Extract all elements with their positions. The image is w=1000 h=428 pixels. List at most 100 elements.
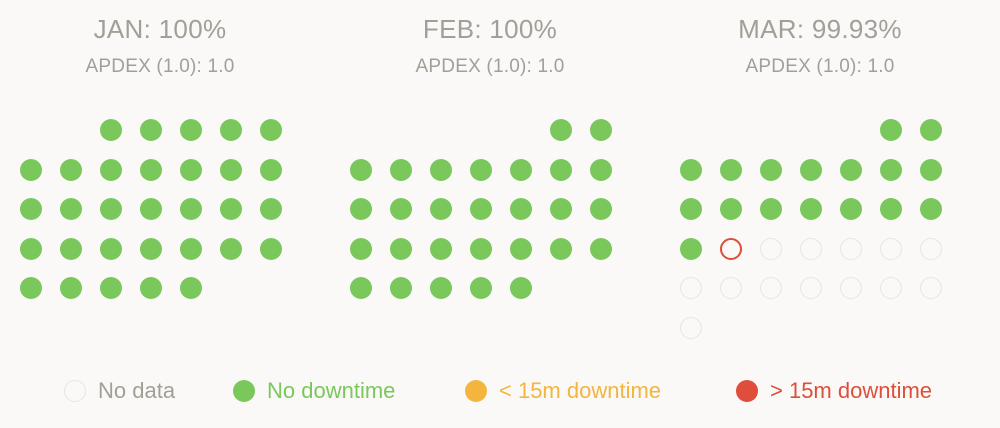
day-5-status[interactable] xyxy=(430,158,452,181)
day-28-status[interactable] xyxy=(510,277,532,299)
day-30-status[interactable] xyxy=(140,277,162,299)
day-5-status[interactable] xyxy=(760,158,782,181)
day-17-status[interactable] xyxy=(680,237,702,260)
day-24-status[interactable] xyxy=(680,277,702,299)
day-11-status[interactable] xyxy=(220,158,242,181)
day-3-status[interactable] xyxy=(350,158,372,181)
day-26-status[interactable] xyxy=(760,277,782,299)
day-27-status[interactable] xyxy=(800,277,822,299)
day-21-status[interactable] xyxy=(60,237,82,260)
day-10-status[interactable] xyxy=(680,198,702,220)
day-3-status[interactable] xyxy=(180,119,202,141)
uptime-calendar: JAN: 100% APDEX (1.0): 1.0 FEB: 100% APD… xyxy=(0,0,1000,360)
day-25-status[interactable] xyxy=(720,277,742,299)
day-1-status[interactable] xyxy=(100,119,122,141)
day-15-status[interactable] xyxy=(100,198,122,220)
day-21-status[interactable] xyxy=(840,237,862,260)
day-9-status[interactable] xyxy=(140,158,162,181)
legend-label: > 15m downtime xyxy=(770,378,933,403)
no-downtime-dot-icon xyxy=(233,380,255,402)
legend-item-major-downtime: > 15m downtime xyxy=(736,376,932,406)
day-12-status[interactable] xyxy=(760,198,782,220)
day-31-status[interactable] xyxy=(680,316,702,339)
day-7-status[interactable] xyxy=(60,158,82,181)
day-6-status[interactable] xyxy=(470,158,492,181)
day-22-status[interactable] xyxy=(100,237,122,260)
day-29-status[interactable] xyxy=(880,277,902,299)
day-22-status[interactable] xyxy=(880,237,902,260)
day-11-status[interactable] xyxy=(720,198,742,220)
day-18-status[interactable] xyxy=(720,237,742,260)
day-25-status[interactable] xyxy=(220,237,242,260)
day-26-status[interactable] xyxy=(260,237,282,260)
day-16-status[interactable] xyxy=(590,198,612,220)
day-4-status[interactable] xyxy=(390,158,412,181)
day-24-status[interactable] xyxy=(180,237,202,260)
day-14-status[interactable] xyxy=(840,198,862,220)
day-18-status[interactable] xyxy=(390,237,412,260)
day-20-status[interactable] xyxy=(470,237,492,260)
day-grid xyxy=(10,0,310,360)
day-2-status[interactable] xyxy=(590,119,612,141)
day-21-status[interactable] xyxy=(510,237,532,260)
legend-label: No data xyxy=(98,378,176,403)
day-29-status[interactable] xyxy=(100,277,122,299)
day-9-status[interactable] xyxy=(590,158,612,181)
day-8-status[interactable] xyxy=(550,158,572,181)
day-15-status[interactable] xyxy=(880,198,902,220)
day-7-status[interactable] xyxy=(840,158,862,181)
day-8-status[interactable] xyxy=(880,158,902,181)
day-31-status[interactable] xyxy=(180,277,202,299)
day-2-status[interactable] xyxy=(140,119,162,141)
day-11-status[interactable] xyxy=(390,198,412,220)
day-20-status[interactable] xyxy=(800,237,822,260)
day-30-status[interactable] xyxy=(920,277,942,299)
day-19-status[interactable] xyxy=(760,237,782,260)
day-22-status[interactable] xyxy=(550,237,572,260)
day-19-status[interactable] xyxy=(260,198,282,220)
day-8-status[interactable] xyxy=(100,158,122,181)
day-5-status[interactable] xyxy=(260,119,282,141)
day-23-status[interactable] xyxy=(140,237,162,260)
day-grid xyxy=(340,0,640,360)
day-3-status[interactable] xyxy=(680,158,702,181)
legend: No data No downtime < 15m downtime > 15m… xyxy=(0,376,1000,406)
day-27-status[interactable] xyxy=(20,277,42,299)
day-17-status[interactable] xyxy=(180,198,202,220)
day-13-status[interactable] xyxy=(20,198,42,220)
day-1-status[interactable] xyxy=(550,119,572,141)
day-12-status[interactable] xyxy=(260,158,282,181)
day-6-status[interactable] xyxy=(20,158,42,181)
day-6-status[interactable] xyxy=(800,158,822,181)
day-10-status[interactable] xyxy=(180,158,202,181)
day-16-status[interactable] xyxy=(920,198,942,220)
day-13-status[interactable] xyxy=(800,198,822,220)
legend-label: < 15m downtime xyxy=(499,378,662,403)
day-1-status[interactable] xyxy=(880,119,902,141)
day-25-status[interactable] xyxy=(390,277,412,299)
day-9-status[interactable] xyxy=(920,158,942,181)
day-13-status[interactable] xyxy=(470,198,492,220)
day-19-status[interactable] xyxy=(430,237,452,260)
day-26-status[interactable] xyxy=(430,277,452,299)
day-28-status[interactable] xyxy=(60,277,82,299)
legend-label: No downtime xyxy=(267,378,396,403)
day-7-status[interactable] xyxy=(510,158,532,181)
day-12-status[interactable] xyxy=(430,198,452,220)
day-28-status[interactable] xyxy=(840,277,862,299)
day-18-status[interactable] xyxy=(220,198,242,220)
day-14-status[interactable] xyxy=(60,198,82,220)
day-23-status[interactable] xyxy=(590,237,612,260)
day-23-status[interactable] xyxy=(920,237,942,260)
day-10-status[interactable] xyxy=(350,198,372,220)
day-4-status[interactable] xyxy=(220,119,242,141)
day-14-status[interactable] xyxy=(510,198,532,220)
day-4-status[interactable] xyxy=(720,158,742,181)
day-24-status[interactable] xyxy=(350,277,372,299)
day-17-status[interactable] xyxy=(350,237,372,260)
day-15-status[interactable] xyxy=(550,198,572,220)
day-20-status[interactable] xyxy=(20,237,42,260)
day-27-status[interactable] xyxy=(470,277,492,299)
day-2-status[interactable] xyxy=(920,119,942,141)
day-16-status[interactable] xyxy=(140,198,162,220)
